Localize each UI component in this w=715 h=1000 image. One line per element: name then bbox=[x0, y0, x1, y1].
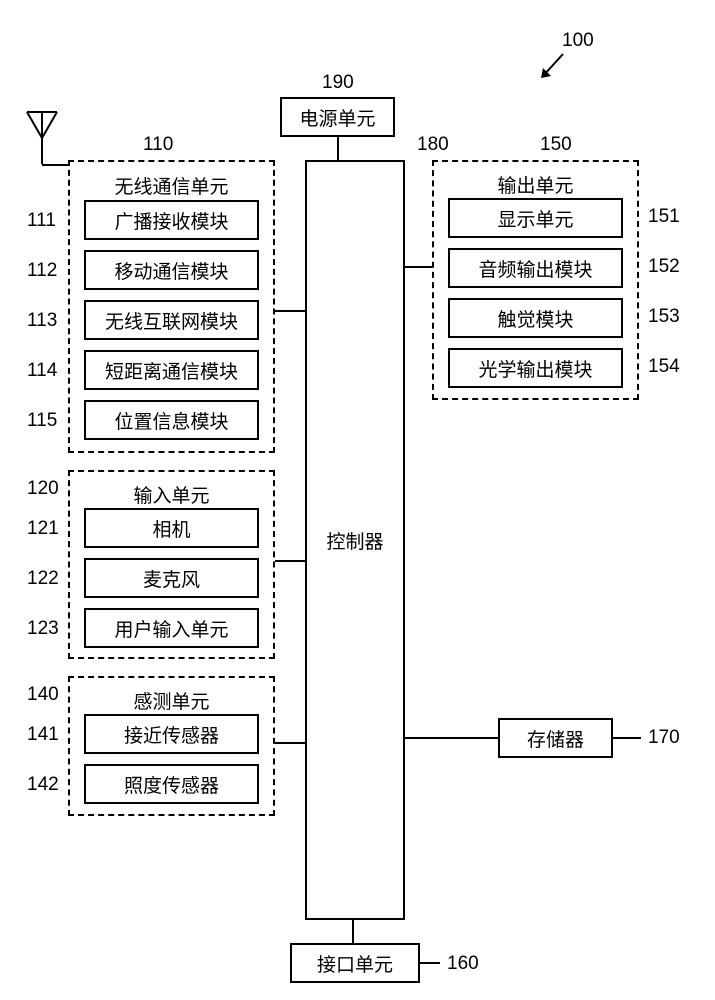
memory-label: 存储器 bbox=[527, 725, 584, 752]
connector bbox=[352, 920, 354, 943]
connector bbox=[275, 560, 305, 562]
ref-wshort: 114 bbox=[27, 360, 57, 382]
mobile-comm-module-block: 移动通信模块 bbox=[84, 250, 259, 290]
connector bbox=[405, 266, 432, 268]
camera-block: 相机 bbox=[84, 508, 259, 548]
ref-sprox: 141 bbox=[27, 724, 59, 746]
audio-output-module-block: 音频输出模块 bbox=[448, 248, 623, 288]
short-range-comm-module-block: 短距离通信模块 bbox=[84, 350, 259, 390]
ref-ohaptic: 153 bbox=[648, 306, 680, 328]
location-info-module-label: 位置信息模块 bbox=[114, 407, 228, 434]
interface-unit-block: 接口单元 bbox=[290, 943, 420, 983]
illumination-sensor-block: 照度传感器 bbox=[84, 764, 259, 804]
haptic-module-label: 触觉模块 bbox=[497, 305, 573, 332]
ref-controller: 180 bbox=[417, 134, 449, 156]
connector bbox=[275, 310, 305, 312]
ref-imic: 122 bbox=[27, 568, 59, 590]
wireless-internet-module-label: 无线互联网模块 bbox=[105, 307, 238, 334]
wireless-unit-label: 无线通信单元 bbox=[70, 162, 273, 200]
display-unit-block: 显示单元 bbox=[448, 198, 623, 238]
location-info-module-block: 位置信息模块 bbox=[84, 400, 259, 440]
microphone-block: 麦克风 bbox=[84, 558, 259, 598]
ref-input: 120 bbox=[27, 478, 59, 500]
antenna-icon bbox=[25, 110, 59, 166]
ref-wbroadcast: 111 bbox=[27, 210, 56, 232]
power-unit-block: 电源单元 bbox=[280, 97, 395, 137]
ref-iuser: 123 bbox=[27, 618, 59, 640]
connector bbox=[337, 137, 339, 160]
ref-winternet: 113 bbox=[27, 310, 57, 332]
controller-block: 控制器 bbox=[305, 160, 405, 920]
microphone-label: 麦克风 bbox=[143, 565, 200, 592]
ref-device: 100 bbox=[562, 30, 594, 52]
output-unit-label: 输出单元 bbox=[434, 162, 637, 198]
display-unit-label: 显示单元 bbox=[497, 205, 573, 232]
controller-label: 控制器 bbox=[326, 527, 383, 554]
wireless-internet-module-block: 无线互联网模块 bbox=[84, 300, 259, 340]
block-diagram: 100 190 电源单元 180 控制器 110 无线通信单元 111 广播接收… bbox=[0, 0, 715, 1000]
ref-power: 190 bbox=[322, 72, 354, 94]
proximity-sensor-block: 接近传感器 bbox=[84, 714, 259, 754]
proximity-sensor-label: 接近传感器 bbox=[124, 721, 219, 748]
ref-oaudio: 152 bbox=[648, 256, 680, 278]
ref-ooptical: 154 bbox=[648, 356, 680, 378]
broadcast-module-block: 广播接收模块 bbox=[84, 200, 259, 240]
mobile-comm-module-label: 移动通信模块 bbox=[114, 257, 228, 284]
connector bbox=[275, 742, 305, 744]
ref-interface: 160 bbox=[447, 953, 479, 975]
broadcast-module-label: 广播接收模块 bbox=[114, 207, 228, 234]
ref-wloc: 115 bbox=[27, 410, 57, 432]
haptic-module-block: 触觉模块 bbox=[448, 298, 623, 338]
optical-output-module-block: 光学输出模块 bbox=[448, 348, 623, 388]
illumination-sensor-label: 照度传感器 bbox=[124, 771, 219, 798]
pointer-arrow-icon bbox=[539, 52, 565, 78]
sensing-unit-label: 感测单元 bbox=[70, 678, 273, 714]
interface-unit-label: 接口单元 bbox=[317, 950, 393, 977]
user-input-unit-block: 用户输入单元 bbox=[84, 608, 259, 648]
ref-wireless: 110 bbox=[143, 134, 173, 156]
optical-output-module-label: 光学输出模块 bbox=[478, 355, 592, 382]
ref-output: 150 bbox=[540, 134, 572, 156]
audio-output-module-label: 音频输出模块 bbox=[478, 255, 592, 282]
camera-label: 相机 bbox=[152, 515, 190, 542]
connector bbox=[613, 737, 641, 739]
power-unit-label: 电源单元 bbox=[299, 104, 375, 131]
user-input-unit-label: 用户输入单元 bbox=[114, 615, 228, 642]
input-unit-label: 输入单元 bbox=[70, 472, 273, 508]
memory-block: 存储器 bbox=[498, 718, 613, 758]
ref-sillum: 142 bbox=[27, 774, 59, 796]
ref-memory: 170 bbox=[648, 727, 680, 749]
ref-sensing: 140 bbox=[27, 684, 59, 706]
connector bbox=[42, 164, 70, 166]
ref-icamera: 121 bbox=[27, 518, 59, 540]
short-range-comm-module-label: 短距离通信模块 bbox=[105, 357, 238, 384]
connector bbox=[420, 962, 440, 964]
ref-wmobile: 112 bbox=[27, 260, 57, 282]
connector bbox=[405, 737, 498, 739]
ref-odisplay: 151 bbox=[648, 206, 680, 228]
